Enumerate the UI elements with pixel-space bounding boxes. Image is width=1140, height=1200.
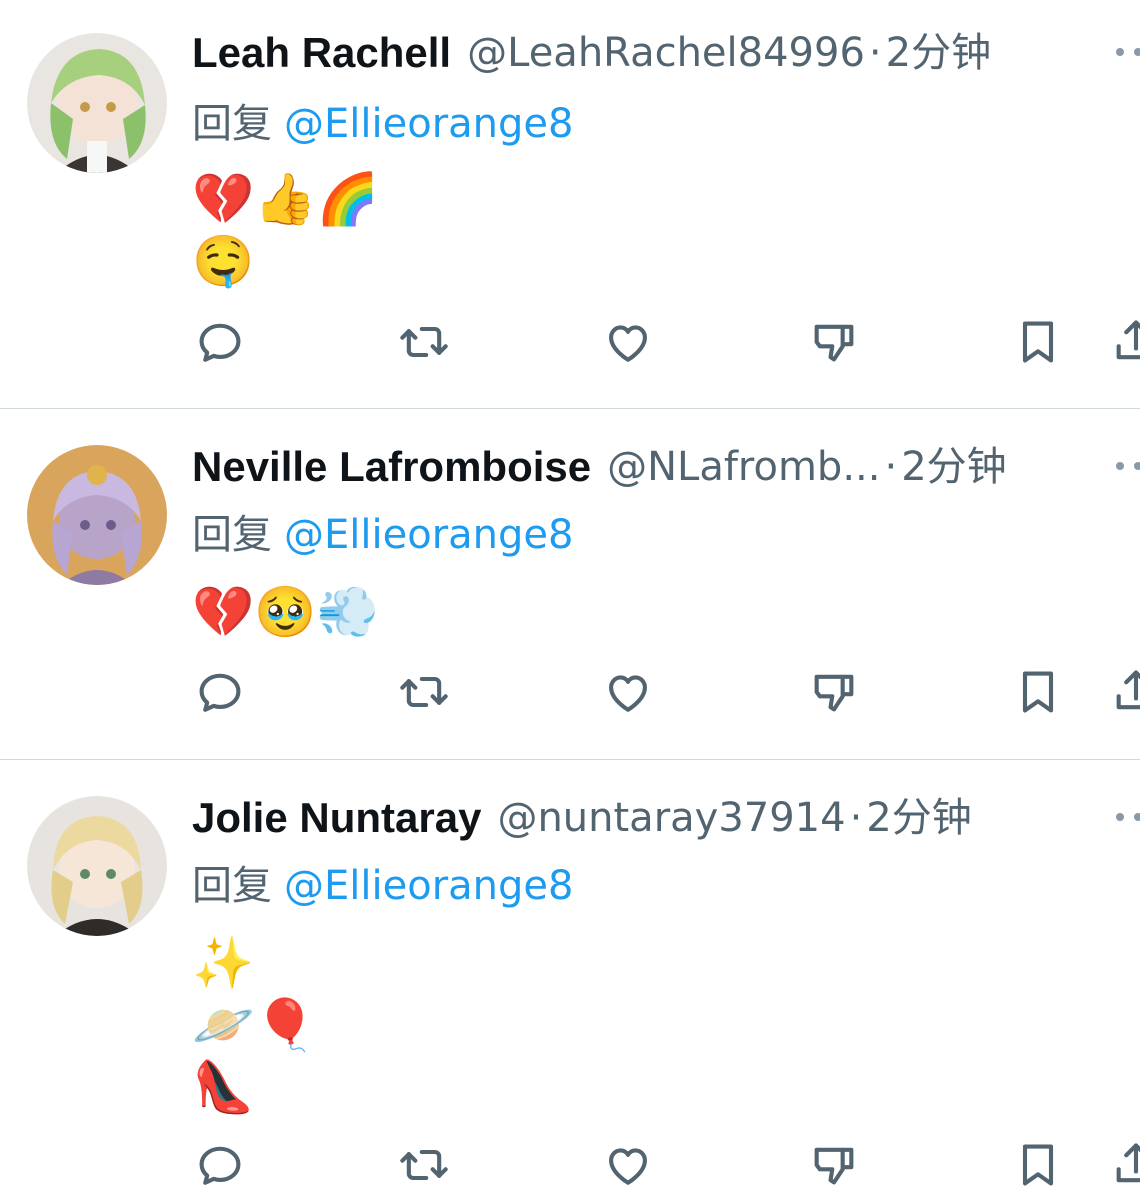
- like-icon[interactable]: [600, 1137, 656, 1193]
- action-bar: [0, 664, 1140, 720]
- tweet-text-line: 💔👍🌈: [192, 170, 379, 228]
- tweet-text: ✨ 🪐🎈 👠: [192, 932, 317, 1118]
- bookmark-icon[interactable]: [1010, 1137, 1066, 1193]
- share-icon[interactable]: [1108, 314, 1140, 370]
- share-icon[interactable]: [1108, 664, 1140, 720]
- tweet-header: Jolie Nuntaray @nuntaray37914 · 2分钟: [192, 788, 972, 848]
- avatar[interactable]: [27, 445, 167, 585]
- retweet-icon[interactable]: [396, 1137, 452, 1193]
- tweet-divider: [0, 759, 1140, 760]
- more-options-icon[interactable]: [1116, 813, 1140, 825]
- share-icon[interactable]: [1108, 1137, 1140, 1193]
- reply-prefix: 回复: [192, 863, 272, 909]
- tweet-text-line: 👠: [192, 1058, 255, 1116]
- like-icon[interactable]: [600, 314, 656, 370]
- tweet-text: 💔👍🌈 🤤: [192, 168, 379, 292]
- reply-feed: Leah Rachell @LeahRachel84996 · 2分钟 回复 @E…: [0, 0, 1140, 1200]
- display-name[interactable]: Leah Rachell: [192, 23, 451, 83]
- tweet-text-line: 💔🥹💨: [192, 583, 379, 641]
- tweet-text-line: 🤤: [192, 232, 255, 290]
- bookmark-icon[interactable]: [1010, 664, 1066, 720]
- reply-context: 回复 @Ellieorange8: [192, 96, 573, 152]
- dislike-icon[interactable]: [806, 314, 862, 370]
- separator: ·: [849, 795, 863, 841]
- reply-mention-link[interactable]: @Ellieorange8: [284, 101, 573, 147]
- avatar[interactable]: [27, 796, 167, 936]
- timestamp[interactable]: 2分钟: [866, 788, 971, 848]
- tweet-text-line: 🪐🎈: [192, 996, 317, 1054]
- user-handle[interactable]: @NLafromb...: [607, 437, 880, 497]
- more-options-icon[interactable]: [1116, 48, 1140, 60]
- retweet-icon[interactable]: [396, 314, 452, 370]
- display-name[interactable]: Neville Lafromboise: [192, 437, 591, 497]
- bookmark-icon[interactable]: [1010, 314, 1066, 370]
- reply-context: 回复 @Ellieorange8: [192, 858, 573, 914]
- timestamp[interactable]: 2分钟: [901, 437, 1006, 497]
- tweet-text: 💔🥹💨: [192, 581, 379, 643]
- reply-context: 回复 @Ellieorange8: [192, 507, 573, 563]
- separator: ·: [868, 30, 882, 76]
- reply-mention-link[interactable]: @Ellieorange8: [284, 863, 573, 909]
- avatar[interactable]: [27, 33, 167, 173]
- user-handle[interactable]: @LeahRachel84996: [467, 23, 865, 83]
- reply-prefix: 回复: [192, 101, 272, 147]
- dislike-icon[interactable]: [806, 1137, 862, 1193]
- reply-icon[interactable]: [192, 1137, 248, 1193]
- display-name[interactable]: Jolie Nuntaray: [192, 788, 481, 848]
- action-bar: [0, 1137, 1140, 1193]
- user-handle[interactable]: @nuntaray37914: [497, 788, 845, 848]
- reply-icon[interactable]: [192, 314, 248, 370]
- dislike-icon[interactable]: [806, 664, 862, 720]
- reply-mention-link[interactable]: @Ellieorange8: [284, 512, 573, 558]
- tweet-header: Neville Lafromboise @NLafromb... · 2分钟: [192, 437, 1007, 497]
- timestamp[interactable]: 2分钟: [886, 23, 991, 83]
- more-options-icon[interactable]: [1116, 462, 1140, 474]
- separator: ·: [884, 444, 898, 490]
- like-icon[interactable]: [600, 664, 656, 720]
- reply-icon[interactable]: [192, 664, 248, 720]
- reply-prefix: 回复: [192, 512, 272, 558]
- retweet-icon[interactable]: [396, 664, 452, 720]
- tweet-divider: [0, 408, 1140, 409]
- tweet-text-line: ✨: [192, 934, 255, 992]
- tweet-header: Leah Rachell @LeahRachel84996 · 2分钟: [192, 23, 991, 83]
- action-bar: [0, 314, 1140, 370]
